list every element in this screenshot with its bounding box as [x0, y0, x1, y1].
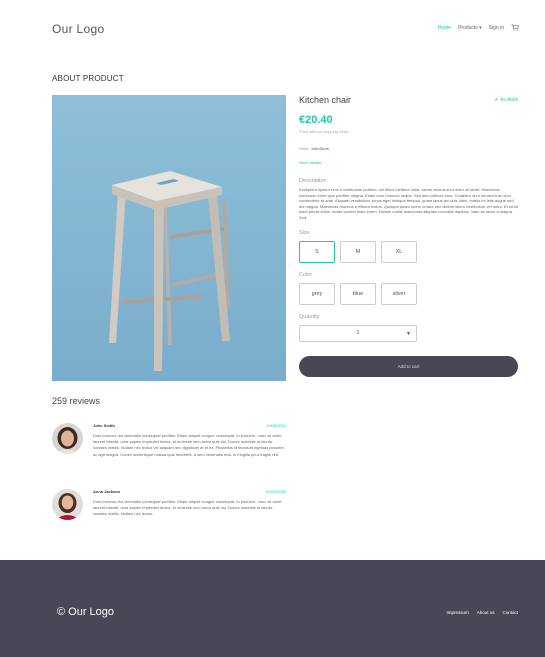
review-author: John Smith: [93, 423, 115, 428]
color-label: Color: [299, 271, 313, 278]
footer-link-impressum[interactable]: Impressum: [446, 610, 468, 615]
nav-home[interactable]: Home: [438, 25, 451, 31]
avatar: [52, 423, 83, 454]
color-options: grey blue silver: [299, 282, 518, 305]
avatar: [52, 489, 83, 520]
check-icon: ✔: [494, 97, 499, 103]
color-option-silver[interactable]: silver: [381, 282, 417, 305]
review-date: 10/05/2021: [265, 423, 286, 428]
store-prefix: Store:: [299, 146, 310, 151]
footer-logo[interactable]: © Our Logo: [57, 606, 114, 618]
product-info: Kitchen chair ✔ In stock €20.40 Price wi…: [299, 95, 518, 377]
nav-sign-in[interactable]: Sign in: [489, 25, 504, 31]
size-option-m[interactable]: M: [340, 240, 376, 263]
review-text: Duis rhoncus dui venenatis consequat por…: [93, 433, 285, 457]
cart-icon[interactable]: [511, 24, 519, 31]
size-option-s[interactable]: S: [299, 240, 335, 263]
size-options: S M XL: [299, 240, 518, 263]
review-author: Anna Jackson: [93, 489, 121, 494]
store-info: Store: JohnStore: [299, 146, 518, 151]
color-option-grey[interactable]: grey: [299, 282, 335, 305]
review-body: Anna Jackson 02/01/2020 Duis rhoncus dui…: [93, 489, 286, 518]
review-item: John Smith 10/05/2021 Duis rhoncus dui v…: [52, 423, 286, 473]
main-nav: Home Products ▾ Sign in: [438, 24, 519, 31]
store-name: JohnStore: [310, 146, 330, 151]
add-to-cart-button[interactable]: Add to cart: [299, 355, 518, 377]
quantity-select[interactable]: 1 ▼: [299, 324, 417, 342]
review-text: Duis rhoncus dui venenatis consequat por…: [93, 499, 282, 517]
footer-links: Impressum About us Contact: [446, 610, 518, 615]
nav-products[interactable]: Products ▾: [458, 25, 482, 31]
size-label: Size: [299, 229, 310, 236]
site-header: Our Logo Home Products ▾ Sign in: [0, 0, 545, 60]
stock-label: In stock: [500, 97, 518, 103]
quantity-label: Quantity: [299, 313, 320, 320]
site-logo[interactable]: Our Logo: [52, 22, 104, 36]
shipping-note: Price without shipping costs: [299, 129, 349, 134]
site-footer: © Our Logo Impressum About us Contact: [0, 560, 545, 657]
section-title: ABOUT PRODUCT: [52, 74, 124, 83]
quantity-value: 1: [356, 330, 360, 337]
product-title: Kitchen chair: [299, 95, 352, 105]
review-body: John Smith 10/05/2021 Duis rhoncus dui v…: [93, 423, 286, 458]
product-price: €20.40: [299, 114, 333, 126]
store-details-link[interactable]: Store details: [299, 160, 321, 165]
description-label: Description: [299, 178, 327, 184]
caret-down-icon: ▼: [406, 330, 411, 337]
footer-link-contact[interactable]: Contact: [502, 610, 518, 615]
review-item: Anna Jackson 02/01/2020 Duis rhoncus dui…: [52, 489, 286, 529]
size-option-xl[interactable]: XL: [381, 240, 417, 263]
review-date: 02/01/2020: [265, 489, 286, 494]
product-description: Excepteur lipsum eros a vestibulum portt…: [299, 187, 518, 220]
stock-status: ✔ In stock: [495, 97, 518, 103]
footer-link-about[interactable]: About us: [477, 610, 495, 615]
product-image: [52, 95, 286, 381]
reviews-title: 259 reviews: [52, 396, 101, 406]
color-option-blue[interactable]: blue: [340, 282, 376, 305]
